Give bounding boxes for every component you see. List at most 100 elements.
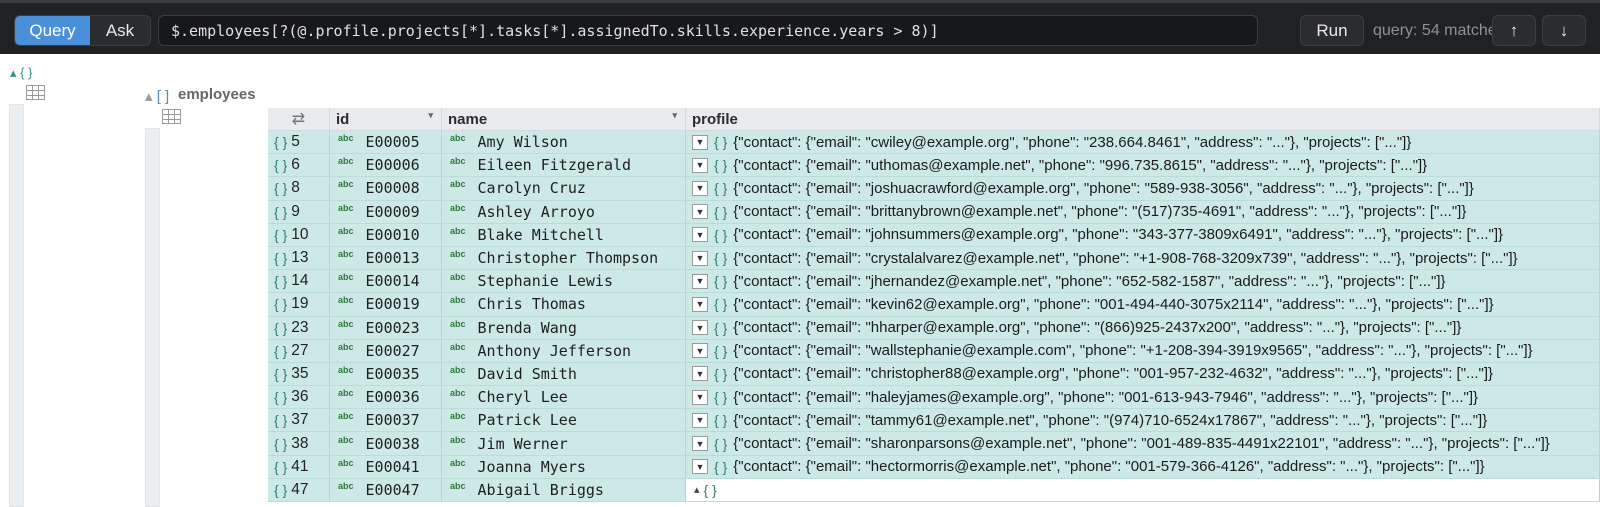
expand-dropdown-icon[interactable]: ▼ [692,436,708,452]
profile-cell[interactable]: ▼ { } {"contact": {"email": "wallstephanie… [686,339,1600,362]
name-cell[interactable]: abc Jim Werner [442,432,686,455]
id-cell[interactable]: abc E00014 [330,270,442,293]
name-cell[interactable]: abc Carolyn Cruz [442,177,686,200]
next-match-button[interactable]: ↓ [1542,15,1586,46]
profile-cell[interactable]: ▼ { } {"contact": {"email": "haleyjames@ex… [686,386,1600,409]
expand-dropdown-icon[interactable]: ▼ [692,389,708,405]
expand-dropdown-icon[interactable]: ▼ [692,250,708,266]
id-cell[interactable]: abc E00036 [330,386,442,409]
profile-cell[interactable]: ▴{ } [686,478,1600,501]
row-index-cell[interactable]: { } 23 [268,316,330,339]
name-cell[interactable]: abc Eileen Fitzgerald [442,154,686,177]
id-cell[interactable]: abc E00005 [330,131,442,154]
id-cell[interactable]: abc E00008 [330,177,442,200]
id-cell[interactable]: abc E00013 [330,246,442,270]
name-cell[interactable]: abc Blake Mitchell [442,223,686,246]
name-cell[interactable]: abc Ashley Arroyo [442,200,686,223]
table-row[interactable]: { } 37 abc E00037 abc Patrick Lee ▼{ } {"contac… [268,409,1600,433]
id-cell[interactable]: abc E00010 [330,223,442,246]
expand-dropdown-icon[interactable]: ▼ [692,296,708,312]
table-row[interactable]: { } 9 abc E00009 abc Ashley Arroyo ▼{ } {"conta… [268,200,1600,224]
profile-cell[interactable]: ▼ { } {"contact": {"email": "sharonparsons… [686,432,1600,455]
table-row[interactable]: { } 41 abc E00041 abc Joanna Myers ▼{ } {"conta… [268,455,1600,479]
profile-cell[interactable]: ▼ { } {"contact": {"email": "kevin62@examp… [686,293,1600,316]
table-row[interactable]: { } 23 abc E00023 abc Brenda Wang ▼{ } {"contac… [268,316,1600,340]
table-row[interactable]: { } 19 abc E00019 abc Chris Thomas ▼{ } {"conta… [268,293,1600,317]
table-row[interactable]: { } 38 abc E00038 abc Jim Werner ▼{ } {"contact… [268,432,1600,456]
row-index-cell[interactable]: { } 27 [268,339,330,362]
profile-cell[interactable]: ▼ { } {"contact": {"email": "brittanybrown… [686,200,1600,223]
id-cell[interactable]: abc E00037 [330,409,442,432]
prev-match-button[interactable]: ↑ [1492,15,1536,46]
id-cell[interactable]: abc E00035 [330,362,442,386]
profile-cell[interactable]: ▼ { } {"contact": {"email": "joshuacrawfor… [686,177,1600,200]
expand-dropdown-icon[interactable]: ▼ [692,180,708,196]
table-row[interactable]: { } 47 abc E00047 abc Abigail Briggs ▴{ } [268,478,1600,502]
row-index-cell[interactable]: { } 41 [268,455,330,478]
table-row[interactable]: { } 27 abc E00027 abc Anthony Jefferson ▼{ } {"… [268,339,1600,363]
profile-cell[interactable]: ▼ { } {"contact": {"email": "hharper@examp… [686,316,1600,339]
row-index-cell[interactable]: { } 14 [268,270,330,293]
column-header-id[interactable]: id ▾ [330,108,442,130]
expand-dropdown-icon[interactable]: ▼ [692,157,708,173]
expand-dropdown-icon[interactable]: ▼ [692,204,708,220]
expand-dropdown-icon[interactable]: ▼ [692,273,708,289]
row-index-cell[interactable]: { } 13 [268,246,330,270]
name-cell[interactable]: abc Christopher Thompson [442,246,686,270]
root-node-toggle[interactable]: ▴ { } [10,65,32,81]
row-index-cell[interactable]: { } 6 [268,154,330,177]
collapse-icon[interactable]: ▴ [694,483,700,496]
profile-cell[interactable]: ▼ { } {"contact": {"email": "tammy61@examp… [686,409,1600,432]
query-input[interactable] [158,15,1258,46]
row-index-cell[interactable]: { } 19 [268,293,330,316]
expand-dropdown-icon[interactable]: ▼ [692,459,708,475]
name-cell[interactable]: abc Stephanie Lewis [442,270,686,293]
expand-dropdown-icon[interactable]: ▼ [692,134,708,150]
row-index-cell[interactable]: { } 8 [268,177,330,200]
name-cell[interactable]: abc Joanna Myers [442,455,686,478]
table-view-icon[interactable] [26,85,45,100]
id-cell[interactable]: abc E00009 [330,200,442,223]
profile-cell[interactable]: ▼ { } {"contact": {"email": "jhernandez@ex… [686,270,1600,293]
column-header-profile[interactable]: profile [686,108,1600,130]
table-row[interactable]: { } 35 abc E00035 abc David Smith ▼{ } {"contac… [268,362,1600,387]
expand-dropdown-icon[interactable]: ▼ [692,227,708,243]
profile-cell[interactable]: ▼ { } {"contact": {"email": "uthomas@examp… [686,154,1600,177]
table-view-icon[interactable] [162,109,181,124]
profile-cell[interactable]: ▼ { } {"contact": {"email": "johnsummers@e… [686,223,1600,246]
table-row[interactable]: { } 8 abc E00008 abc Carolyn Cruz ▼{ } {"contac… [268,177,1600,201]
name-cell[interactable]: abc Chris Thomas [442,293,686,316]
name-cell[interactable]: abc Patrick Lee [442,409,686,432]
row-index-cell[interactable]: { } 37 [268,409,330,432]
row-index-cell[interactable]: { } 5 [268,131,330,154]
transpose-icon[interactable]: ⇄ [268,108,330,130]
profile-cell[interactable]: ▼ { } {"contact": {"email": "hectormorris@… [686,455,1600,478]
name-cell[interactable]: abc Amy Wilson [442,131,686,154]
name-cell[interactable]: abc Brenda Wang [442,316,686,339]
table-row[interactable]: { } 14 abc E00014 abc Stephanie Lewis ▼{ } {"co… [268,270,1600,294]
name-cell[interactable]: abc Cheryl Lee [442,386,686,409]
ask-tab[interactable]: Ask [90,16,150,45]
query-tab[interactable]: Query [15,16,90,45]
id-cell[interactable]: abc E00027 [330,339,442,362]
row-index-cell[interactable]: { } 38 [268,432,330,455]
expand-dropdown-icon[interactable]: ▼ [692,320,708,336]
profile-cell[interactable]: ▼ { } {"contact": {"email": "cwiley@exampl… [686,131,1600,154]
sort-icon[interactable]: ▾ [428,110,433,121]
table-row[interactable]: { } 13 abc E00013 abc Christopher Thompson ▼{ … [268,246,1600,271]
id-cell[interactable]: abc E00047 [330,478,442,501]
id-cell[interactable]: abc E00006 [330,154,442,177]
expand-dropdown-icon[interactable]: ▼ [692,412,708,428]
id-cell[interactable]: abc E00023 [330,316,442,339]
column-header-name[interactable]: name ▾ [442,108,686,130]
profile-cell[interactable]: ▼ { } {"contact": {"email": "christopher88… [686,362,1600,386]
expand-dropdown-icon[interactable]: ▼ [692,343,708,359]
sort-icon[interactable]: ▾ [672,110,677,121]
table-row[interactable]: { } 5 abc E00005 abc Amy Wilson ▼{ } {"contact"… [268,131,1600,155]
name-cell[interactable]: abc Abigail Briggs [442,478,686,501]
table-row[interactable]: { } 6 abc E00006 abc Eileen Fitzgerald ▼{ } {"c… [268,154,1600,178]
name-cell[interactable]: abc David Smith [442,362,686,386]
id-cell[interactable]: abc E00019 [330,293,442,316]
row-index-cell[interactable]: { } 9 [268,200,330,223]
run-button[interactable]: Run [1300,15,1364,46]
